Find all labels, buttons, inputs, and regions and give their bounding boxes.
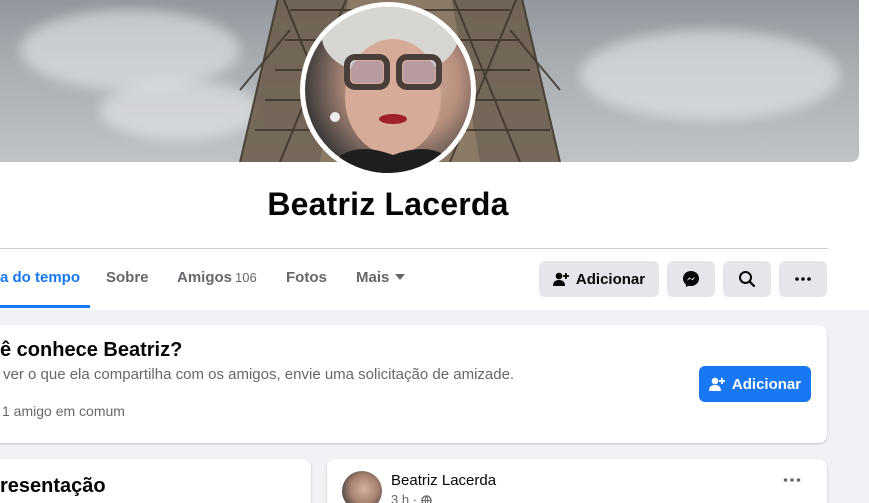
add-friend-button[interactable]: Adicionar (539, 261, 659, 297)
tab-timeline[interactable]: a do tempo (0, 268, 80, 292)
more-dots-icon (783, 478, 801, 482)
avatar-photo (305, 7, 471, 173)
chevron-down-icon (395, 274, 406, 281)
messenger-icon (682, 270, 700, 288)
profile-name: Beatriz Lacerda (267, 186, 509, 222)
tab-label: Sobre (106, 269, 149, 286)
suggestion-title: ê conhece Beatriz? (0, 339, 183, 361)
post-author-name[interactable]: Beatriz Lacerda (391, 472, 496, 489)
suggestion-subtitle: ver o que ela compartilha com os amigos,… (3, 366, 515, 383)
post-author-avatar[interactable] (342, 471, 382, 503)
tab-photos[interactable]: Fotos (286, 268, 327, 292)
person-plus-icon (708, 376, 725, 392)
profile-avatar[interactable] (300, 2, 476, 178)
tab-friends[interactable]: Amigos 106 (177, 268, 257, 292)
post-timestamp[interactable]: 3 h · (391, 492, 432, 503)
tab-label: Mais (356, 269, 390, 286)
post-options-button[interactable] (783, 478, 801, 482)
mutual-friends[interactable]: 1 amigo em comum (2, 403, 125, 419)
person-plus-icon (552, 271, 569, 287)
messenger-button[interactable] (667, 261, 715, 297)
add-friend-label: Adicionar (575, 270, 646, 288)
search-icon (738, 270, 756, 288)
tab-about[interactable]: Sobre (106, 268, 149, 292)
post-time-label: 3 h · (391, 492, 418, 503)
header-divider (0, 248, 828, 249)
mutual-friends-label: 1 amigo em comum (2, 403, 125, 419)
more-dots-icon (795, 277, 811, 281)
add-friend-primary-button[interactable]: Adicionar (699, 366, 811, 402)
add-friend-primary-label: Adicionar (731, 375, 802, 393)
friends-count: 106 (235, 270, 257, 285)
active-tab-indicator (0, 305, 90, 308)
tab-label: a do tempo (0, 269, 81, 286)
search-button[interactable] (723, 261, 771, 297)
more-options-button[interactable] (779, 261, 827, 297)
tab-more[interactable]: Mais (356, 268, 406, 292)
tab-label: Fotos (286, 269, 327, 286)
intro-title: resentação (0, 475, 106, 497)
tab-label: Amigos (177, 269, 233, 286)
globe-icon (420, 495, 432, 503)
